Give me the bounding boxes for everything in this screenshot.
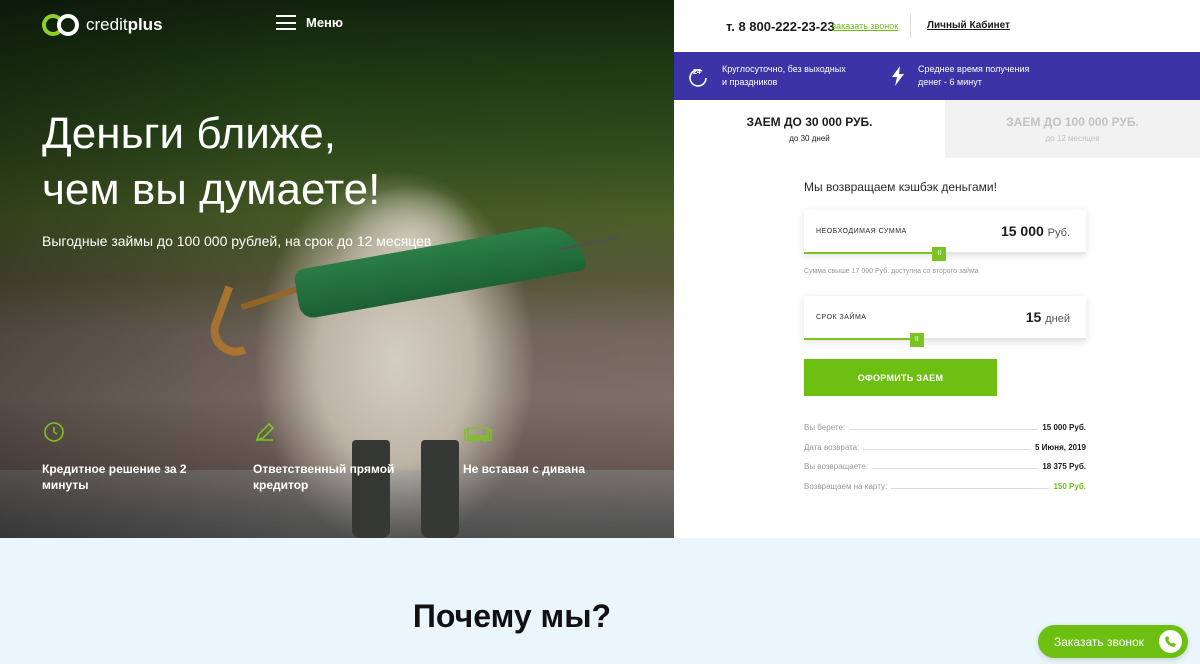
tab-subtitle: до 30 дней bbox=[789, 134, 830, 143]
order-callback-button[interactable]: Заказать звонок bbox=[1038, 625, 1188, 658]
24h-icon: 24 bbox=[689, 69, 707, 87]
logo-mark-icon bbox=[42, 14, 80, 36]
summary-value: 18 375 Руб. bbox=[1038, 462, 1086, 472]
feature-label: Ответственный прямой кредитор bbox=[253, 462, 395, 492]
top-bar: т. 8 800-222-23-23 заказать звонок Личны… bbox=[674, 0, 1200, 52]
tab-loan-30000[interactable]: ЗАЕМ ДО 30 000 РУБ. до 30 дней bbox=[674, 100, 945, 158]
summary-value: 5 Июня, 2019 bbox=[1031, 442, 1086, 452]
cashback-heading: Мы возвращаем кэшбэк деньгами! bbox=[804, 180, 997, 194]
svg-text:24: 24 bbox=[693, 69, 701, 76]
summary-label: Дата возврата: bbox=[804, 442, 864, 452]
hero-subtitle: Выгодные займы до 100 000 рублей, на сро… bbox=[42, 233, 432, 249]
term-value: 15 bbox=[1025, 309, 1042, 325]
summary-row: Вы возвращаете: 18 375 Руб. bbox=[804, 457, 1086, 477]
amount-hint: Сумма свыше 17 000 Руб. доступна со втор… bbox=[804, 268, 979, 275]
personal-cabinet-link[interactable]: Личный Кабинет bbox=[927, 20, 1010, 31]
term-unit: дней bbox=[1045, 313, 1070, 325]
tab-title: ЗАЕМ ДО 30 000 РУБ. bbox=[746, 115, 873, 129]
feature-item: Ответственный прямой кредитор bbox=[253, 420, 413, 493]
feature-label: Кредитное решение за 2 минуты bbox=[42, 462, 187, 492]
amount-slider-fill bbox=[804, 252, 940, 254]
amount-unit: Руб. bbox=[1047, 227, 1070, 239]
order-callback-label: Заказать звонок bbox=[1054, 634, 1144, 649]
order-callback-link[interactable]: заказать звонок bbox=[832, 21, 898, 31]
logo-text: creditplus bbox=[86, 15, 163, 35]
info-text-line: Круглосуточно, без выходных bbox=[722, 64, 846, 74]
summary-label: Вы берете: bbox=[804, 423, 850, 433]
tab-subtitle: до 12 месяцев bbox=[1045, 134, 1100, 143]
logo-text-bold: plus bbox=[127, 15, 163, 34]
phone-number[interactable]: т. 8 800-222-23-23 bbox=[726, 19, 835, 34]
logo-text-light: credit bbox=[86, 15, 128, 34]
phone-icon bbox=[1159, 630, 1182, 653]
info-item-speed: Среднее время получения денег - 6 минут bbox=[890, 63, 1029, 89]
why-us-section: Почему мы? bbox=[0, 538, 1200, 664]
amount-value: 15 000 bbox=[1000, 223, 1044, 239]
amount-value-display: 15 000 Руб. bbox=[1001, 223, 1070, 239]
summary-label: Вы возвращаете: bbox=[804, 462, 873, 472]
apply-loan-button[interactable]: ОФОРМИТЬ ЗАЕМ bbox=[804, 359, 997, 396]
amount-label: НЕОБХОДИМАЯ СУММА bbox=[816, 228, 907, 235]
menu-label: Меню bbox=[306, 15, 344, 30]
info-item-24h: 24 Круглосуточно, без выходных и праздни… bbox=[688, 63, 846, 89]
amount-slider-thumb[interactable]: II bbox=[932, 247, 947, 261]
hamburger-icon bbox=[276, 15, 296, 30]
term-slider-fill bbox=[804, 338, 917, 340]
summary-value: 15 000 Руб. bbox=[1038, 423, 1086, 433]
pencil-icon bbox=[255, 422, 275, 442]
clock-icon bbox=[44, 422, 64, 442]
brand-logo[interactable]: creditplus bbox=[42, 14, 163, 36]
hero-title: Деньги ближе, чем вы думаете! bbox=[42, 106, 522, 218]
topbar-divider bbox=[910, 14, 911, 38]
term-label: СРОК ЗАЙМА bbox=[816, 314, 867, 321]
amount-field: НЕОБХОДИМАЯ СУММА 15 000 Руб. II bbox=[804, 210, 1086, 261]
feature-item: Не вставая с дивана bbox=[463, 420, 623, 477]
info-text-line: денег - 6 минут bbox=[918, 77, 982, 87]
loan-summary: Вы берете: 15 000 Руб. Дата возврата: 5 Ию… bbox=[804, 418, 1086, 496]
summary-row-cashback: Возвращаем на карту: 150 Руб. bbox=[804, 477, 1086, 497]
feature-label: Не вставая с дивана bbox=[463, 462, 586, 476]
summary-value: 150 Руб. bbox=[1049, 481, 1086, 491]
amount-slider-track[interactable]: II bbox=[804, 247, 1086, 261]
feature-item: Кредитное решение за 2 минуты bbox=[42, 420, 202, 493]
term-field: СРОК ЗАЙМА 15 дней II bbox=[804, 296, 1086, 347]
summary-row: Вы берете: 15 000 Руб. bbox=[804, 418, 1086, 438]
lightning-icon bbox=[892, 66, 904, 86]
info-text-line: и праздников bbox=[722, 77, 778, 87]
hero-section: creditplus Меню Деньги ближе, чем вы дум… bbox=[0, 0, 674, 538]
term-value-display: 15 дней bbox=[1026, 309, 1070, 325]
loan-calculator: Мы возвращаем кэшбэк деньгами! НЕОБХОДИМ… bbox=[674, 158, 1200, 538]
hero-title-line-1: Деньги ближе, bbox=[42, 109, 336, 158]
hero-title-line-2: чем вы думаете! bbox=[42, 165, 381, 214]
sofa-icon bbox=[464, 427, 492, 442]
summary-label: Возвращаем на карту: bbox=[804, 481, 892, 491]
tab-title: ЗАЕМ ДО 100 000 РУБ. bbox=[1006, 115, 1139, 129]
info-text: Среднее время получения денег - 6 минут bbox=[918, 63, 1029, 89]
why-us-title: Почему мы? bbox=[412, 598, 612, 634]
term-slider-track[interactable]: II bbox=[804, 333, 1086, 347]
info-text: Круглосуточно, без выходных и праздников bbox=[722, 63, 846, 89]
tab-loan-100000[interactable]: ЗАЕМ ДО 100 000 РУБ. до 12 месяцев bbox=[945, 100, 1200, 158]
term-slider-thumb[interactable]: II bbox=[909, 333, 924, 347]
loan-tabs: ЗАЕМ ДО 30 000 РУБ. до 30 дней ЗАЕМ ДО 1… bbox=[674, 100, 1200, 158]
menu-button[interactable]: Меню bbox=[276, 15, 343, 30]
info-bar: 24 Круглосуточно, без выходных и праздни… bbox=[674, 52, 1200, 100]
info-text-line: Среднее время получения bbox=[918, 64, 1030, 74]
summary-row: Дата возврата: 5 Июня, 2019 bbox=[804, 438, 1086, 458]
